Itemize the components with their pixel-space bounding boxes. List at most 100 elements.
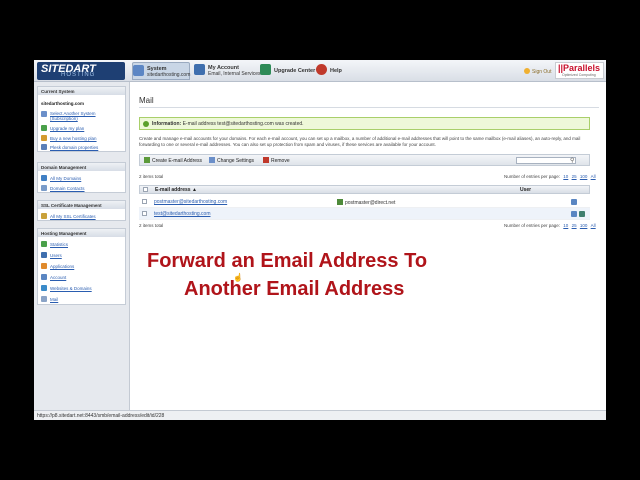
sidebar-item-domain-contacts[interactable]: Domain Contacts [41,185,85,191]
sidebar-item-applications[interactable]: Applications [41,263,74,269]
sidebar: Current System sitedarthosting.com Selec… [34,82,130,420]
remove-label: Remove [271,158,290,164]
edit-icon[interactable] [571,199,577,205]
search-input[interactable] [516,157,576,164]
mouse-cursor-icon: ☝ [233,273,243,282]
sitedart-logo[interactable]: SITEDART HOSTING [37,62,125,80]
mail-description: Create and manage e-mail accounts for yo… [139,136,581,147]
page-size-25[interactable]: 25 [572,174,577,179]
mail-icon [41,296,47,302]
sidebar-item-label: All My SSL Certificates [50,214,96,219]
sidebar-item-mail[interactable]: Mail [41,296,58,302]
info-message: Information: E-mail address test@sitedar… [139,117,590,130]
entries-label: Number of entries per page: [504,223,561,228]
info-text: E-mail address test@sitedarthosting.com … [182,121,304,127]
sidebar-item-select-system[interactable]: Select Another System (Subscription) [41,111,121,121]
edit-icon[interactable] [571,211,577,217]
sidebar-item-all-domains[interactable]: All My Domains [41,175,81,181]
upgrade-icon [260,64,271,75]
email-link[interactable]: postmaster@sitedarthosting.com [154,199,227,205]
sign-out-link[interactable]: Sign Out [524,68,551,75]
hosting-management-header: Hosting Management [38,229,125,237]
users-icon [41,252,47,258]
tab-account-subtitle: Email, Internal Services [208,71,261,77]
page-size-10[interactable]: 10 [563,223,568,228]
create-email-button[interactable]: Create E-mail Address [144,157,202,164]
contacts-icon [41,185,47,191]
sidebar-item-account[interactable]: Account [41,274,66,280]
page-size-100[interactable]: 100 [580,174,588,179]
tab-my-account[interactable]: My Account Email, Internal Services [194,62,261,80]
user-column-header[interactable]: User [520,187,531,193]
remove-button[interactable]: Remove [263,157,290,164]
email-link[interactable]: test@sitedarthosting.com [154,211,211,217]
statistics-icon [41,241,47,247]
account-icon [194,64,205,75]
sidebar-item-upgrade-plan[interactable]: Upgrade my plan [41,125,84,131]
parallels-tagline: Optimized Computing [562,73,596,77]
settings-icon [209,157,215,163]
tab-upgrade-title: Upgrade Center [274,68,316,74]
page-title: Mail [139,96,154,105]
row-checkbox[interactable] [142,211,147,216]
buy-plan-icon [41,135,47,141]
sidebar-item-websites-domains[interactable]: Websites & Domains [41,285,92,291]
help-icon [316,64,327,75]
tab-system[interactable]: System sitedarthosting.com [132,62,190,80]
tab-help-title: Help [330,68,342,74]
sidebar-item-users[interactable]: Users [41,252,62,258]
page-size-all[interactable]: All [591,223,596,228]
title-divider [139,107,599,108]
forward-icon[interactable] [579,211,585,217]
select-all-checkbox[interactable] [143,187,148,192]
email-column-header[interactable]: E-mail address ▲ [155,187,197,193]
domain-management-header: Domain Management [38,163,125,171]
current-domain: sitedarthosting.com [41,101,85,106]
change-settings-label: Change Settings [217,158,254,164]
change-settings-button[interactable]: Change Settings [209,157,254,164]
domain-management-panel: Domain Management All My Domains Domain … [37,162,126,193]
sidebar-item-plesk-properties[interactable]: Plesk domain properties [41,144,98,150]
select-icon [41,111,47,117]
row-actions [569,211,585,219]
parallels-brand: ||Parallels [558,63,601,73]
sign-out-icon [524,68,530,74]
applications-icon [41,263,47,269]
sidebar-item-buy-plan[interactable]: Buy a new hosting plan [41,135,97,141]
parallels-logo: ||Parallels Optimized Computing [555,62,604,79]
sidebar-item-label: All My Domains [50,176,82,181]
create-email-label: Create E-mail Address [152,158,203,164]
row-checkbox[interactable] [142,199,147,204]
sidebar-item-label: Websites & Domains [50,286,92,291]
entries-per-page-bottom: Number of entries per page: 10 25 100 Al… [504,223,596,228]
caption-line-2: Another Email Address [184,278,405,300]
page-size-25[interactable]: 25 [572,223,577,228]
user-icon [337,199,343,205]
page-size-10[interactable]: 10 [563,174,568,179]
sidebar-item-label: Upgrade my plan [50,126,85,131]
upgrade-plan-icon [41,125,47,131]
sidebar-item-statistics[interactable]: Statistics [41,241,68,247]
ssl-management-panel: SSL Certificate Management All My SSL Ce… [37,200,126,221]
hosting-management-panel: Hosting Management Statistics Users Appl… [37,228,126,305]
remove-icon [263,157,269,163]
user-cell: postmaster@direct.net [337,199,395,206]
page-size-all[interactable]: All [591,174,596,179]
table-row: test@sitedarthosting.com [139,208,590,220]
row-actions [569,199,577,207]
tab-upgrade-center[interactable]: Upgrade Center [260,62,316,80]
sidebar-item-label: Buy a new hosting plan [50,136,97,141]
caption-line-1: Forward an Email Address To [147,250,428,272]
tab-help[interactable]: Help [316,62,344,80]
sidebar-item-ssl-certificates[interactable]: All My SSL Certificates [41,213,96,219]
search-icon[interactable]: ⚲ [570,157,574,164]
current-system-header: Current System [38,87,125,95]
user-name: postmaster@direct.net [345,200,396,206]
current-system-panel: Current System sitedarthosting.com Selec… [37,86,126,152]
page-size-100[interactable]: 100 [580,223,588,228]
certificate-icon [41,213,47,219]
sidebar-item-label: Select Another System (Subscription) [50,111,96,121]
sign-out-label: Sign Out [532,69,552,75]
sidebar-item-label: Domain Contacts [50,186,85,191]
mail-toolbar: Create E-mail Address Change Settings Re… [139,154,590,166]
